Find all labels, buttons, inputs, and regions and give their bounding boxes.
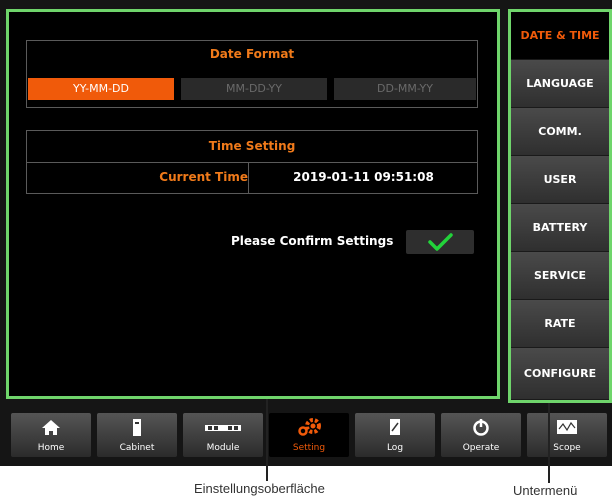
nav-operate-label: Operate	[462, 443, 500, 453]
submenu-callout-line	[548, 403, 550, 483]
sidebar-item-battery[interactable]: BATTERY	[511, 204, 609, 252]
date-option-dd-mm-yy[interactable]: DD-MM-YY	[334, 78, 476, 100]
date-format-section: Date Format YY-MM-DD MM-DD-YY DD-MM-YY	[26, 40, 478, 108]
sidebar-item-language[interactable]: LANGUAGE	[511, 60, 609, 108]
nav-scope-button[interactable]: Scope	[527, 413, 607, 457]
nav-module-label: Module	[206, 443, 240, 453]
nav-setting-label: Setting	[292, 443, 326, 453]
checkmark-icon	[428, 233, 453, 251]
sidebar-item-user[interactable]: USER	[511, 156, 609, 204]
date-format-options: YY-MM-DD MM-DD-YY DD-MM-YY	[28, 78, 476, 100]
sidebar-item-configure[interactable]: CONFIGURE	[511, 348, 609, 400]
settings-callout-line	[266, 399, 268, 481]
nav-log-button[interactable]: Log	[355, 413, 435, 457]
settings-callout-label: Einstellungsoberfläche	[194, 481, 325, 496]
settings-panel: Date Format YY-MM-DD MM-DD-YY DD-MM-YY T…	[6, 9, 500, 399]
time-setting-section: Time Setting Current Time 2019-01-11 09:…	[26, 130, 478, 194]
confirm-button[interactable]	[406, 230, 474, 254]
current-time-value[interactable]: 2019-01-11 09:51:08	[249, 170, 478, 184]
current-time-label: Current Time	[159, 170, 248, 184]
scope-icon	[557, 420, 577, 434]
confirm-label: Please Confirm Settings	[231, 234, 394, 248]
nav-operate-button[interactable]: Operate	[441, 413, 521, 457]
date-option-mm-dd-yy[interactable]: MM-DD-YY	[181, 78, 327, 100]
power-icon	[473, 419, 489, 436]
nav-scope-label: Scope	[553, 443, 581, 453]
sidebar-item-service[interactable]: SERVICE	[511, 252, 609, 300]
time-setting-title: Time Setting	[208, 139, 296, 153]
submenu-sidebar: DATE & TIME LANGUAGE COMM. USER BATTERY …	[508, 9, 612, 403]
nav-cabinet-button[interactable]: Cabinet	[97, 413, 177, 457]
current-time-row: Current Time 2019-01-11 09:51:08	[27, 162, 477, 193]
submenu-callout-label: Untermenü	[513, 483, 578, 498]
sidebar-item-comm[interactable]: COMM.	[511, 108, 609, 156]
gear-icon	[298, 418, 321, 436]
nav-home-button[interactable]: Home	[11, 413, 91, 457]
module-icon	[205, 425, 241, 431]
device-frame: Date Format YY-MM-DD MM-DD-YY DD-MM-YY T…	[0, 0, 612, 466]
nav-home-label: Home	[37, 443, 65, 453]
log-icon	[390, 419, 400, 435]
sidebar-item-rate[interactable]: RATE	[511, 300, 609, 348]
cabinet-icon	[133, 419, 141, 436]
home-icon	[42, 420, 60, 435]
nav-setting-button[interactable]: Setting	[269, 413, 349, 457]
date-option-yy-mm-dd[interactable]: YY-MM-DD	[28, 78, 174, 100]
bottom-nav-bar: Home Cabinet Module Setting Log Operate …	[0, 406, 612, 464]
nav-cabinet-label: Cabinet	[119, 443, 155, 453]
date-format-title: Date Format	[209, 47, 295, 61]
nav-log-label: Log	[386, 443, 404, 453]
sidebar-item-date-time[interactable]: DATE & TIME	[511, 12, 609, 60]
nav-module-button[interactable]: Module	[183, 413, 263, 457]
